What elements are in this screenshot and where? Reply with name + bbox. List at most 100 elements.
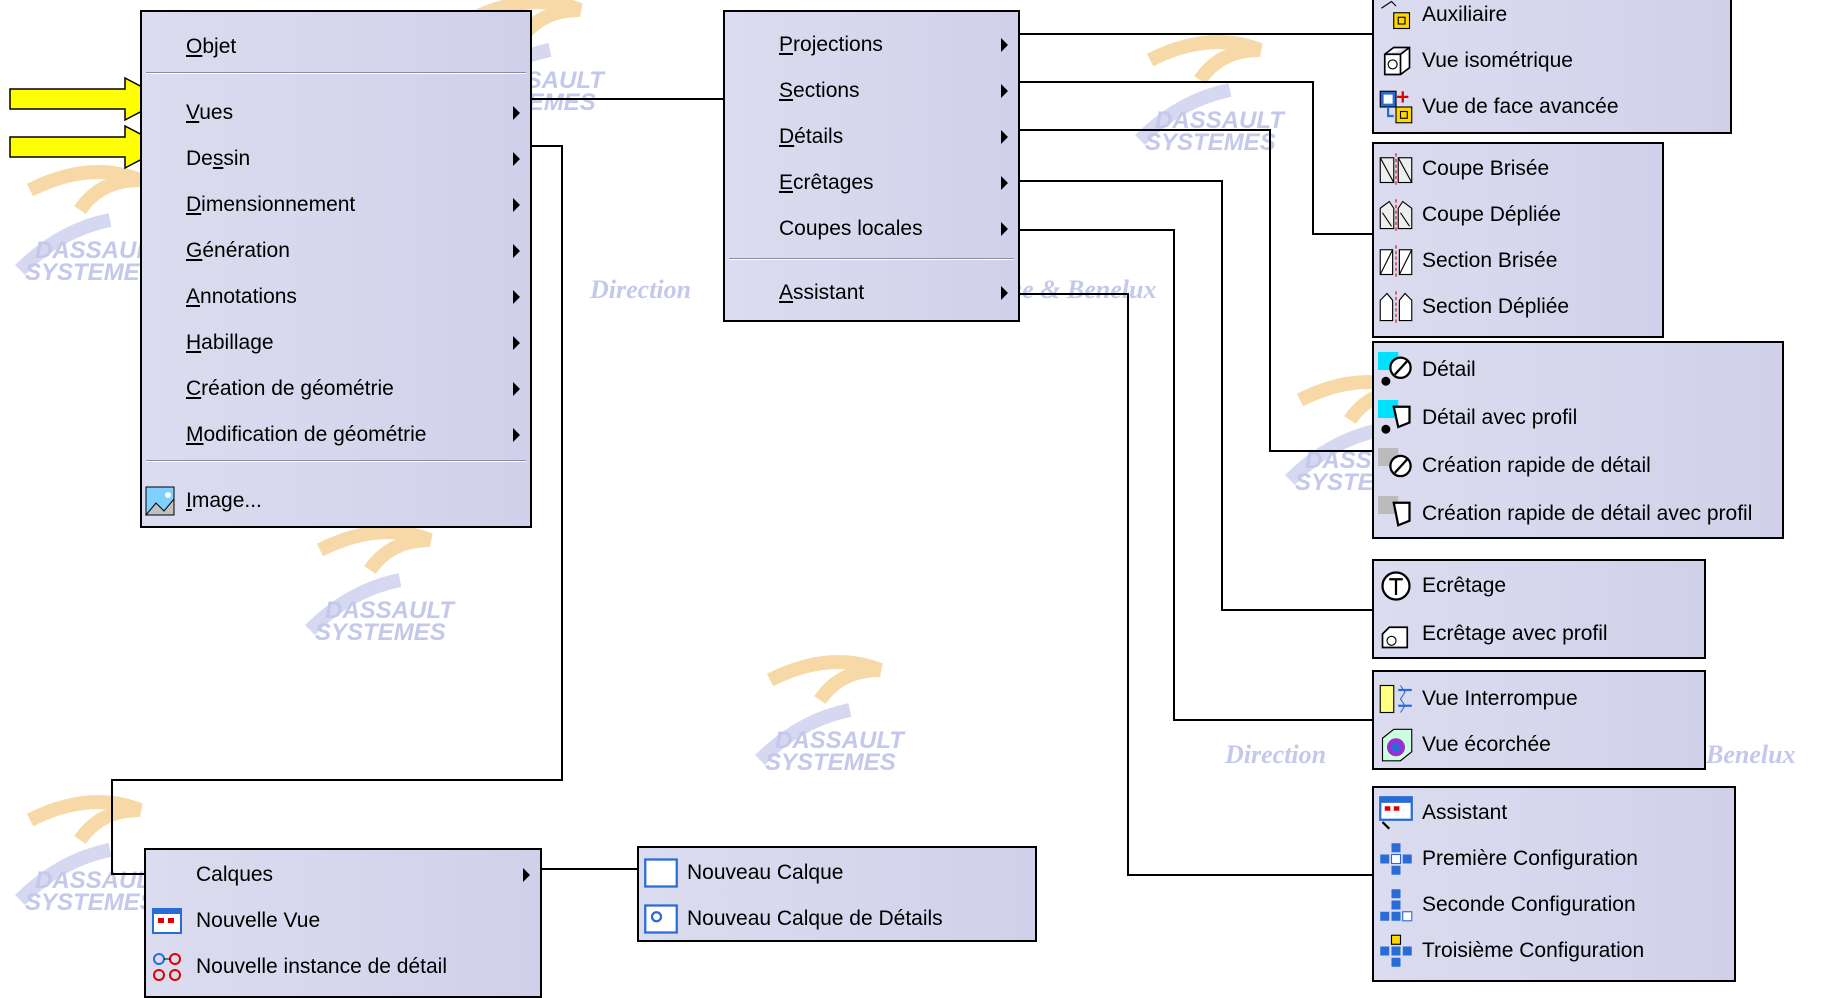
toolbar-item-troisieme-configuration[interactable]: Troisième Configuration	[1374, 928, 1734, 974]
toolbar-item-ecretage[interactable]: Ecrêtage	[1374, 563, 1704, 609]
toolbar-item-vue-ecorchee[interactable]: Vue écorchée	[1374, 722, 1704, 768]
submenu-arrow-icon	[513, 428, 520, 442]
offset-section-cut-icon	[1378, 243, 1414, 279]
submenu-arrow-icon	[513, 290, 520, 304]
aligned-section-cut-icon	[1378, 289, 1414, 325]
toolbar-item-label: Création rapide de détail	[1422, 454, 1651, 477]
toolbar-item-vue-de-face-avancee[interactable]: Vue de face avancée	[1374, 84, 1730, 130]
projections-toolbar: Auxiliaire Vue isométrique Vue de face ava…	[1372, 0, 1732, 134]
menu-item-modification-de-geometrie[interactable]: Modification de géométrie	[142, 412, 530, 458]
toolbar-item-label: Coupe Brisée	[1422, 157, 1550, 180]
ecretages-toolbar: Ecrêtage Ecrêtage avec profil	[1372, 559, 1706, 659]
toolbar-item-label: Première Configuration	[1422, 847, 1638, 870]
menu-item-label: Nouvelle Vue	[196, 909, 321, 932]
sections-toolbar: Coupe Brisée Coupe Dépliée Section Brisée S…	[1372, 142, 1664, 338]
toolbar-item-label: Section Dépliée	[1422, 295, 1570, 318]
menu-item-sections[interactable]: Sections	[725, 68, 1018, 114]
submenu-arrow-icon	[1001, 38, 1008, 52]
new-detail-instance-icon	[151, 951, 183, 983]
menu-item-projections[interactable]: Projections	[725, 22, 1018, 68]
menu-item-nouvelle-vue[interactable]: Nouvelle Vue	[146, 898, 540, 944]
toolbar-item-vue-interrompue[interactable]: Vue Interrompue	[1374, 676, 1704, 722]
toolbar-item-label: Auxiliaire	[1422, 3, 1508, 26]
menu-item-label: Coupes locales	[779, 217, 923, 240]
detail-view-icon	[1378, 352, 1414, 388]
toolbar-item-label: Ecrêtage	[1422, 574, 1507, 597]
menu-item-objet[interactable]: Objet	[142, 24, 530, 70]
toolbar-item-detail[interactable]: Détail	[1374, 347, 1782, 393]
toolbar-item-assistant[interactable]: Assistant	[1374, 790, 1734, 836]
menu-item-label: Assistant	[779, 281, 865, 304]
broken-view-icon	[1378, 681, 1414, 717]
second-configuration-icon	[1378, 887, 1414, 923]
toolbar-item-label: Troisième Configuration	[1422, 939, 1645, 962]
toolbar-item-creation-rapide-de-detail-avec-profil[interactable]: Création rapide de détail avec profil	[1374, 491, 1782, 537]
submenu-arrow-icon	[513, 382, 520, 396]
menu-item-habillage[interactable]: Habillage	[142, 320, 530, 366]
offset-section-view-icon	[1378, 151, 1414, 187]
breakout-view-icon	[1378, 727, 1414, 763]
assistant-toolbar: Assistant Première Configuration Seconde C…	[1372, 786, 1736, 982]
toolbar-item-creation-rapide-de-detail[interactable]: Création rapide de détail	[1374, 443, 1782, 489]
quick-detail-view-icon	[1378, 448, 1414, 484]
toolbar-item-coupe-brisee[interactable]: Coupe Brisée	[1374, 146, 1662, 192]
toolbar-item-label: Coupe Dépliée	[1422, 203, 1561, 226]
toolbar-item-vue-isometrique[interactable]: Vue isométrique	[1374, 38, 1730, 84]
submenu-arrow-icon	[513, 336, 520, 350]
clipping-view-profile-icon	[1378, 616, 1414, 652]
isometric-view-icon	[1378, 43, 1414, 79]
menu-item-coupes-locales[interactable]: Coupes locales	[725, 206, 1018, 252]
toolbar-item-nouveau-calque[interactable]: Nouveau Calque	[639, 850, 1035, 896]
menu-item-label: Image...	[186, 489, 262, 512]
menu-item-annotations[interactable]: Annotations	[142, 274, 530, 320]
menu-item-label: Détails	[779, 125, 844, 148]
submenu-arrow-icon	[513, 244, 520, 258]
menu-item-dessin[interactable]: Dessin	[142, 136, 530, 182]
calques-toolbar: Nouveau Calque Nouveau Calque de Détails	[637, 846, 1037, 942]
menu-item-nouvelle-instance-de-detail[interactable]: Nouvelle instance de détail	[146, 944, 540, 990]
menu-item-details[interactable]: Détails	[725, 114, 1018, 160]
menu-item-ecretages[interactable]: Ecrêtages	[725, 160, 1018, 206]
toolbar-item-label: Nouveau Calque	[687, 861, 844, 884]
vues-submenu: Projections Sections Détails Ecrêtages Coupe…	[723, 10, 1020, 322]
coupes-locales-toolbar: Vue Interrompue Vue écorchée	[1372, 670, 1706, 770]
menu-separator	[146, 460, 526, 462]
detail-view-profile-icon	[1378, 400, 1414, 436]
new-view-icon	[151, 905, 183, 937]
menu-item-creation-de-geometrie[interactable]: Création de géométrie	[142, 366, 530, 412]
toolbar-item-label: Ecrêtage avec profil	[1422, 622, 1608, 645]
third-configuration-icon	[1378, 933, 1414, 969]
submenu-arrow-icon	[513, 106, 520, 120]
toolbar-item-auxiliaire[interactable]: Auxiliaire	[1374, 0, 1730, 38]
menu-item-vues[interactable]: Vues	[142, 90, 530, 136]
quick-detail-view-profile-icon	[1378, 496, 1414, 532]
toolbar-item-label: Vue écorchée	[1422, 733, 1551, 756]
new-detail-sheet-icon	[643, 901, 679, 937]
toolbar-item-seconde-configuration[interactable]: Seconde Configuration	[1374, 882, 1734, 928]
menu-item-label: Génération	[186, 239, 290, 262]
menu-item-image[interactable]: Image...	[142, 478, 530, 524]
toolbar-item-label: Vue de face avancée	[1422, 95, 1619, 118]
first-configuration-icon	[1378, 841, 1414, 877]
toolbar-item-premiere-configuration[interactable]: Première Configuration	[1374, 836, 1734, 882]
toolbar-item-section-depliee[interactable]: Section Dépliée	[1374, 284, 1662, 330]
submenu-arrow-icon	[1001, 222, 1008, 236]
submenu-arrow-icon	[1001, 130, 1008, 144]
toolbar-item-detail-avec-profil[interactable]: Détail avec profil	[1374, 395, 1782, 441]
toolbar-item-coupe-depliee[interactable]: Coupe Dépliée	[1374, 192, 1662, 238]
toolbar-item-label: Section Brisée	[1422, 249, 1558, 272]
menu-item-assistant[interactable]: Assistant	[725, 270, 1018, 316]
toolbar-item-ecretage-avec-profil[interactable]: Ecrêtage avec profil	[1374, 611, 1704, 657]
menu-item-generation[interactable]: Génération	[142, 228, 530, 274]
menu-item-label: Ecrêtages	[779, 171, 874, 194]
menu-item-label: Nouvelle instance de détail	[196, 955, 447, 978]
toolbar-item-section-brisee[interactable]: Section Brisée	[1374, 238, 1662, 284]
view-wizard-icon	[1378, 795, 1414, 831]
menu-item-calques[interactable]: Calques	[146, 852, 540, 898]
advanced-front-view-icon	[1378, 89, 1414, 125]
toolbar-item-label: Assistant	[1422, 801, 1508, 824]
auxiliary-view-icon	[1378, 0, 1414, 33]
menu-item-dimensionnement[interactable]: Dimensionnement	[142, 182, 530, 228]
toolbar-item-nouveau-calque-de-details[interactable]: Nouveau Calque de Détails	[639, 896, 1035, 942]
menu-separator	[146, 72, 526, 74]
